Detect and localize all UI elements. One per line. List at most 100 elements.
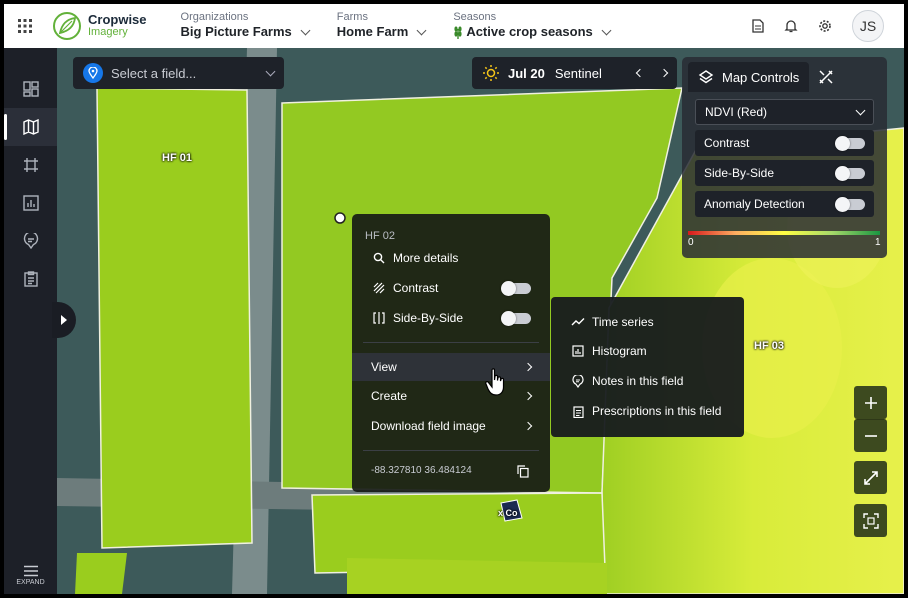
zoom-in-button[interactable] [854,386,887,419]
cropwise-logo[interactable]: Cropwise Imagery [52,11,147,41]
sidebar-item-reports[interactable] [4,184,57,222]
sidebar-item-dashboard[interactable] [4,70,57,108]
note-pin-icon [572,374,584,388]
trend-line-icon [571,318,585,326]
context-contrast-toggle[interactable] [501,280,531,296]
side-by-side-toggle[interactable] [835,165,865,181]
ndvi-color-scale [688,231,880,235]
menu-divider [363,342,539,343]
histogram-icon [572,345,584,357]
fullscreen-button[interactable] [854,461,887,494]
expand-label: EXPAND [16,579,45,586]
field-select-placeholder: Select a field... [111,65,197,81]
dashboard-icon [22,81,39,97]
create-item[interactable]: Create [352,382,550,410]
time-series-item[interactable]: Time series [551,308,744,336]
more-details-label: More details [393,251,459,265]
notes-in-field-item[interactable]: Notes in this field [551,367,744,395]
chevron-right-icon [523,362,533,372]
contrast-item: Contrast [352,274,550,302]
layers-icon [698,70,714,84]
map-controls-panel: Map Controls NDVI (Red) Contrast Side-By… [682,57,887,258]
report-icon [22,195,39,211]
chevron-down-icon [265,66,276,76]
side-by-side-icon [373,312,385,324]
avatar[interactable]: JS [852,10,884,42]
contrast-toggle[interactable] [835,135,865,151]
contrast-item-label: Contrast [393,281,439,295]
imagery-date: Jul 20 [508,65,545,81]
seasons-caption: Seasons [453,11,497,23]
field-label-hf01: HF 01 [162,152,192,164]
prescriptions-in-field-item[interactable]: Prescriptions in this field [551,397,744,425]
histogram-label: Histogram [592,344,647,358]
coordinates-text: -88.327810 36.484124 [371,465,472,476]
histogram-item[interactable]: Histogram [551,337,744,365]
organizations-caption: Organizations [180,11,249,23]
field-context-menu: HF 02 More details Contrast Side-By-Side… [352,214,550,492]
expand-sidebar-button[interactable]: EXPAND [4,565,57,586]
context-menu-title: HF 02 [365,230,395,242]
crop-icon [23,158,38,172]
scale-max-label: 1 [875,237,881,248]
sidebar-item-notes[interactable] [4,222,57,260]
plus-icon [864,396,877,409]
document-icon[interactable] [752,19,764,33]
app-grid-icon[interactable] [4,4,46,48]
season-value: Active crop seasons [466,24,593,39]
map-canvas[interactable]: HF 01 HF 03 x Co Select a field... Jul 2… [57,48,904,594]
hamburger-icon [23,565,38,577]
chevron-down-icon [601,25,612,35]
anomaly-detection-toggle[interactable] [835,196,865,212]
cropwise-leaf-icon [53,12,81,40]
next-date-button[interactable] [659,68,669,78]
more-details-item[interactable]: More details [352,244,550,272]
copy-icon[interactable] [517,465,529,478]
hand-cursor-icon [485,368,505,396]
tab-tools[interactable] [809,62,843,92]
previous-date-button[interactable] [635,68,645,78]
zoom-out-button[interactable] [854,419,887,452]
map-icon [22,119,39,135]
chevron-right-icon [523,421,533,431]
side-by-side-label: Side-By-Side [704,166,775,180]
view-item[interactable]: View [352,353,550,381]
farm-value: Home Farm [336,24,409,39]
clipboard-icon [572,405,584,418]
anomaly-detection-label: Anomaly Detection [704,197,805,211]
bell-icon[interactable] [784,19,798,33]
location-pin-icon [83,63,103,83]
notes-in-field-label: Notes in this field [592,374,684,388]
side-by-side-item: Side-By-Side [352,304,550,332]
download-label: Download field image [371,419,486,433]
left-sidebar: EXPAND [4,48,57,594]
imagery-source: Sentinel [554,65,602,81]
sidebar-item-prescriptions[interactable] [4,260,57,298]
time-series-label: Time series [592,315,654,329]
farm-selector[interactable]: Farms Home Farm [336,11,427,41]
anomaly-detection-row: Anomaly Detection [695,191,874,217]
field-label-hf03: HF 03 [754,340,784,352]
scale-min-label: 0 [688,237,694,248]
chevron-right-icon [523,391,533,401]
sidebar-item-map[interactable] [4,108,57,146]
side-by-side-item-label: Side-By-Side [393,311,464,325]
farms-caption: Farms [336,11,368,23]
small-map-label: x Co [498,508,518,518]
organization-selector[interactable]: Organizations Big Picture Farms [180,11,311,41]
field-search-select[interactable]: Select a field... [73,57,284,89]
layer-select[interactable]: NDVI (Red) [695,99,874,125]
prescription-icon [23,271,38,287]
download-field-image-item[interactable]: Download field image [352,412,550,440]
season-selector[interactable]: Seasons Active crop seasons [453,11,612,41]
contrast-label: Contrast [704,136,750,150]
gear-icon[interactable] [818,19,832,33]
fit-bounds-icon [862,512,879,529]
tab-map-controls[interactable]: Map Controls [688,62,810,92]
contrast-icon [373,282,385,294]
sidebar-item-crop[interactable] [4,146,57,184]
context-side-by-side-toggle[interactable] [501,310,531,326]
chevron-down-icon [300,25,311,35]
fit-field-button[interactable] [854,504,887,537]
view-submenu: Time series Histogram Notes in this fiel… [551,297,744,437]
